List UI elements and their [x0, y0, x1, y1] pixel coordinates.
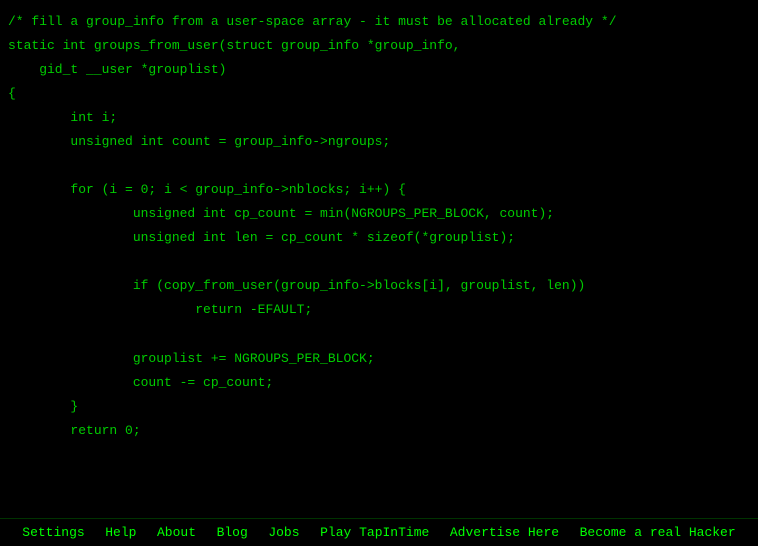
- code-line: return 0;: [8, 419, 750, 443]
- help-link[interactable]: Help: [105, 525, 136, 540]
- jobs-link[interactable]: Jobs: [268, 525, 299, 540]
- code-line: /* fill a group_info from a user-space a…: [8, 10, 750, 34]
- code-line: unsigned int cp_count = min(NGROUPS_PER_…: [8, 202, 750, 226]
- settings-link[interactable]: Settings: [22, 525, 84, 540]
- code-line: for (i = 0; i < group_info->nblocks; i++…: [8, 178, 750, 202]
- code-line: if (copy_from_user(group_info->blocks[i]…: [8, 274, 750, 298]
- become-hacker-link[interactable]: Become a real Hacker: [580, 525, 736, 540]
- blog-link[interactable]: Blog: [217, 525, 248, 540]
- code-line: static int groups_from_user(struct group…: [8, 34, 750, 58]
- code-line: count -= cp_count;: [8, 371, 750, 395]
- about-link[interactable]: About: [157, 525, 196, 540]
- code-line: unsigned int count = group_info->ngroups…: [8, 130, 750, 154]
- code-line: return -EFAULT;: [8, 298, 750, 322]
- code-line: int i;: [8, 106, 750, 130]
- code-line: gid_t __user *grouplist): [8, 58, 750, 82]
- blank-line: [8, 250, 750, 274]
- play-tapintime-link[interactable]: Play TapInTime: [320, 525, 429, 540]
- footer-nav: Settings Help About Blog Jobs Play TapIn…: [0, 518, 758, 546]
- code-line: unsigned int len = cp_count * sizeof(*gr…: [8, 226, 750, 250]
- code-line: grouplist += NGROUPS_PER_BLOCK;: [8, 347, 750, 371]
- code-display: /* fill a group_info from a user-space a…: [0, 0, 758, 520]
- blank-line: [8, 323, 750, 347]
- advertise-link[interactable]: Advertise Here: [450, 525, 559, 540]
- blank-line: [8, 154, 750, 178]
- code-line: }: [8, 395, 750, 419]
- code-line: {: [8, 82, 750, 106]
